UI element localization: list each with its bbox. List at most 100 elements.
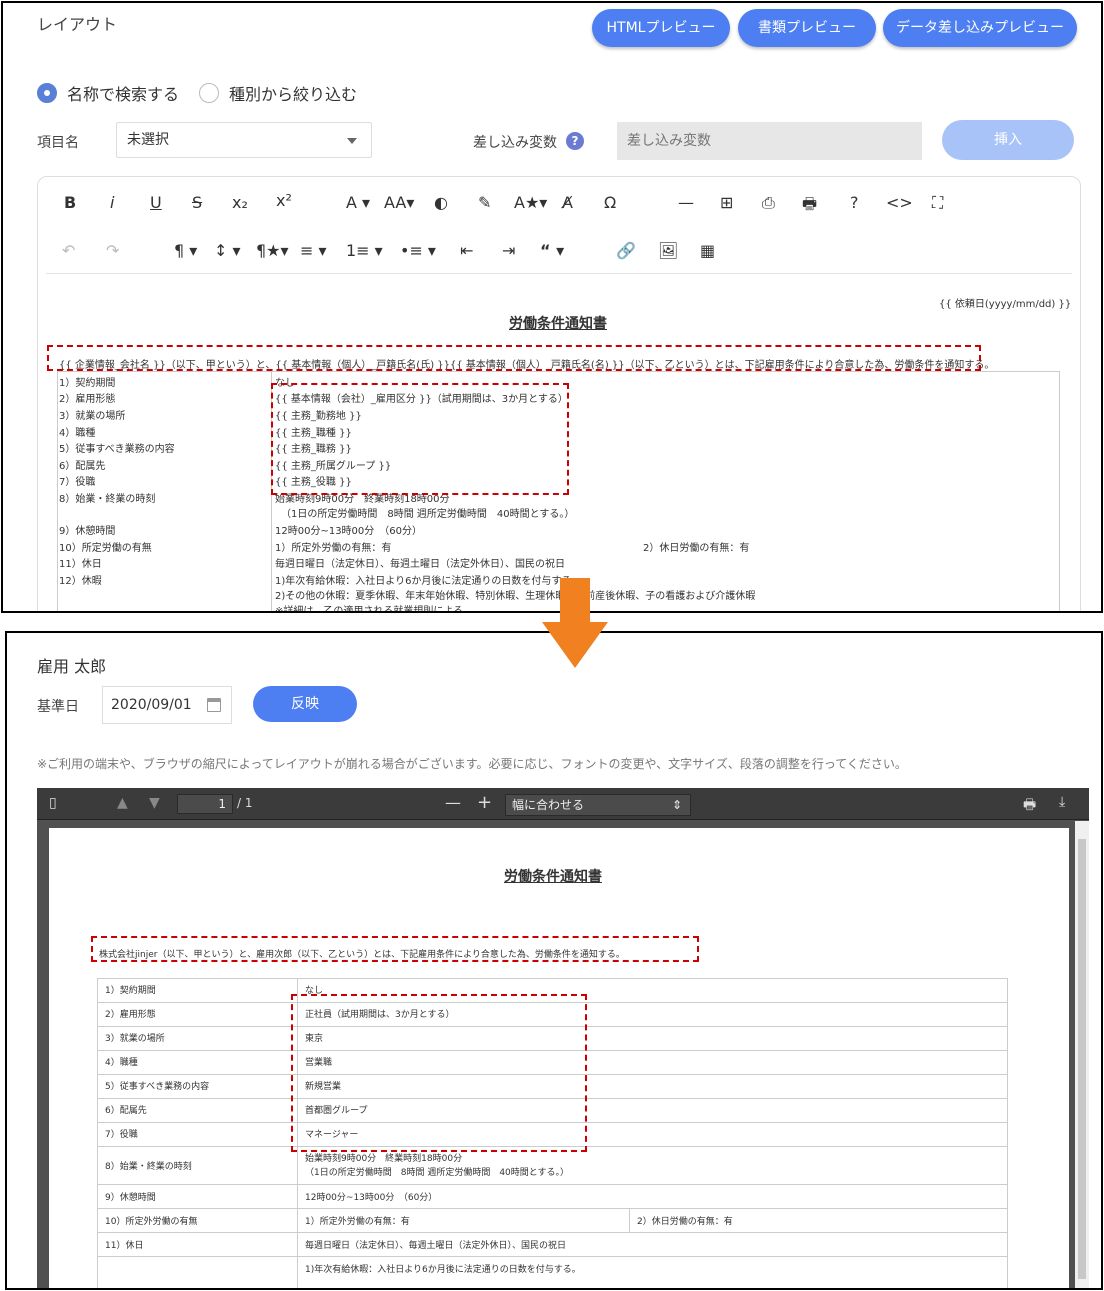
intro-highlight-box bbox=[47, 345, 981, 371]
row-value: 1）所定外労働の有無：有 bbox=[275, 543, 392, 554]
table-icon[interactable]: ▦ bbox=[700, 241, 715, 260]
pdf-toolbar: ▯ ▲ ▼ 1 / 1 — + 幅に合わせる ⇕ 🖶 ⤓ bbox=[37, 788, 1089, 820]
link-icon[interactable]: 🔗 bbox=[616, 241, 636, 260]
highlight-icon[interactable]: ✎ bbox=[478, 193, 491, 212]
pdf-icon[interactable]: ⎙ bbox=[762, 193, 775, 213]
next-page-icon[interactable]: ▼ bbox=[149, 795, 160, 811]
data-preview-button[interactable]: データ差し込みプレビュー bbox=[883, 9, 1077, 47]
row-value: 毎週日曜日（法定休日）、毎週土曜日（法定外休日）、国民の祝日 bbox=[305, 1241, 567, 1251]
row-label: 2）雇用形態 bbox=[59, 394, 116, 405]
superscript-icon[interactable]: x² bbox=[276, 191, 292, 210]
row-label: 9）休憩時間 bbox=[59, 526, 116, 537]
item-name-value: 未選択 bbox=[127, 132, 169, 148]
paragraph-format-icon[interactable]: ¶ ▾ bbox=[174, 241, 197, 260]
row-label: 8）始業・終業の時刻 bbox=[59, 494, 156, 505]
request-date-variable: {{ 依頼日(yyyy/mm/dd) }} bbox=[939, 299, 1072, 310]
font-color-icon[interactable]: A ▾ bbox=[346, 193, 370, 212]
redo-icon[interactable]: ↷ bbox=[106, 241, 119, 260]
bold-icon[interactable]: B bbox=[64, 193, 76, 212]
undo-icon[interactable]: ↶ bbox=[62, 241, 75, 260]
sidebar-toggle-icon[interactable]: ▯ bbox=[49, 795, 57, 811]
horizontal-line-icon[interactable]: — bbox=[678, 193, 694, 212]
clear-format-icon[interactable]: A̸ bbox=[562, 193, 573, 212]
zoom-select[interactable]: 幅に合わせる ⇕ bbox=[505, 794, 691, 816]
arrow-down-icon bbox=[542, 578, 608, 668]
download-icon[interactable]: ⤓ bbox=[1059, 794, 1065, 810]
row-label: 11）休日 bbox=[59, 559, 102, 570]
underline-icon[interactable]: U bbox=[150, 193, 162, 212]
row-label: 3）就業の場所 bbox=[59, 411, 126, 422]
paragraph-style-icon[interactable]: ¶★▾ bbox=[256, 241, 289, 260]
item-name-label: 項目名 bbox=[37, 135, 79, 151]
layout-editor-panel: レイアウト HTMLプレビュー 書類プレビュー データ差し込みプレビュー 名称で… bbox=[1, 1, 1103, 613]
value-highlight-box bbox=[291, 994, 587, 1152]
html-preview-button[interactable]: HTMLプレビュー bbox=[592, 9, 730, 47]
help-icon[interactable]: ? bbox=[566, 132, 584, 150]
print-icon[interactable]: 🖶 bbox=[1023, 794, 1036, 818]
search-mode-radios: 名称で検索する 種別から絞り込む bbox=[37, 81, 357, 105]
subscript-icon[interactable]: x₂ bbox=[232, 193, 248, 212]
special-char-icon[interactable]: Ω bbox=[604, 193, 616, 212]
select-all-icon[interactable]: ⊞ bbox=[720, 193, 733, 212]
reflect-button[interactable]: 反映 bbox=[253, 686, 357, 722]
row-value: 12時00分~13時00分 （60分） bbox=[305, 1193, 438, 1203]
value-highlight-box bbox=[271, 383, 569, 495]
italic-icon[interactable]: i bbox=[110, 193, 114, 212]
row-label: 6）配属先 bbox=[59, 461, 106, 472]
row-label: 10）所定労働の有無 bbox=[59, 543, 152, 554]
code-view-icon[interactable]: <> bbox=[886, 193, 913, 212]
employee-name: 雇用 太郎 bbox=[37, 657, 107, 676]
inline-style-icon[interactable]: A★▾ bbox=[514, 193, 547, 212]
row-label: 12）休暇 bbox=[59, 576, 102, 587]
page-number-input[interactable]: 1 bbox=[177, 794, 233, 814]
quote-icon[interactable]: “ ▾ bbox=[540, 241, 564, 260]
table-border bbox=[97, 978, 1007, 979]
align-icon[interactable]: ≡ ▾ bbox=[300, 241, 327, 260]
row-value: 毎週日曜日（法定休日）、毎週土曜日（法定外休日）、国民の祝日 bbox=[275, 559, 565, 570]
base-date-input[interactable]: 2020/09/01 bbox=[102, 686, 232, 724]
row-label: 10）所定外労働の有無 bbox=[105, 1217, 198, 1227]
fullscreen-icon[interactable]: ⛶ bbox=[932, 193, 943, 213]
radio-by-name[interactable] bbox=[37, 83, 57, 103]
ordered-list-icon[interactable]: 1≡ ▾ bbox=[346, 241, 383, 260]
font-size-icon[interactable]: AA▾ bbox=[384, 193, 414, 212]
insert-button[interactable]: 挿入 bbox=[942, 120, 1074, 160]
prev-page-icon[interactable]: ▲ bbox=[117, 795, 128, 811]
row-value-extra: 2）休日労働の有無：有 bbox=[637, 1217, 733, 1227]
row-label: 9）休憩時間 bbox=[105, 1193, 156, 1203]
pdf-scrollbar[interactable] bbox=[1075, 821, 1089, 1288]
doc-preview-button[interactable]: 書類プレビュー bbox=[738, 9, 876, 47]
table-border bbox=[57, 371, 1059, 372]
table-border bbox=[97, 1256, 1007, 1257]
outdent-icon[interactable]: ⇤ bbox=[460, 241, 473, 260]
text-color-icon[interactable]: ◐ bbox=[434, 193, 448, 212]
zoom-out-icon[interactable]: — bbox=[445, 793, 461, 812]
row-value: 1)年次有給休暇：入社日より6か月後に法定通りの日数を付与する。 bbox=[275, 576, 582, 587]
radio-by-name-label: 名称で検索する bbox=[67, 85, 180, 104]
page-total: / 1 bbox=[237, 796, 253, 810]
item-name-select[interactable]: 未選択 bbox=[116, 122, 372, 158]
row-label: 2）雇用形態 bbox=[105, 1010, 156, 1020]
doc-title: 労働条件通知書 bbox=[509, 316, 607, 332]
zoom-in-icon[interactable]: + bbox=[477, 792, 492, 813]
line-height-icon[interactable]: ↕ ▾ bbox=[214, 241, 241, 260]
indent-icon[interactable]: ⇥ bbox=[502, 241, 515, 260]
radio-by-type[interactable] bbox=[199, 83, 220, 103]
unordered-list-icon[interactable]: •≡ ▾ bbox=[400, 241, 436, 260]
row-value: 12時00分~13時00分 （60分） bbox=[275, 526, 423, 537]
row-label: 4）職種 bbox=[59, 428, 96, 439]
base-date-value: 2020/09/01 bbox=[111, 697, 192, 713]
help-toolbar-icon[interactable]: ? bbox=[850, 193, 859, 212]
pdf-page: 労働条件通知書 株式会社jinjer（以下、甲という）と、雇用次郎（以下、乙とい… bbox=[49, 828, 1069, 1288]
strikethrough-icon[interactable]: S bbox=[192, 193, 202, 212]
row-value-extra: 2）休日労働の有無：有 bbox=[643, 543, 750, 554]
print-icon[interactable]: 🖶 bbox=[802, 193, 817, 220]
table-border bbox=[1007, 978, 1008, 1288]
scroll-thumb[interactable] bbox=[1078, 839, 1086, 1279]
insert-variable-input[interactable] bbox=[617, 122, 922, 160]
calendar-icon[interactable] bbox=[207, 698, 221, 712]
table-border bbox=[97, 1232, 1007, 1233]
row-value: 1)年次有給休暇：入社日より6か月後に法定通りの日数を付与する。 bbox=[305, 1265, 581, 1275]
image-icon[interactable]: 🖼 bbox=[658, 241, 678, 260]
row-value-line2: 2)その他の休暇：夏季休暇、年末年始休暇、特別休暇、生理休暇、産前産後休暇、子の… bbox=[275, 591, 756, 602]
